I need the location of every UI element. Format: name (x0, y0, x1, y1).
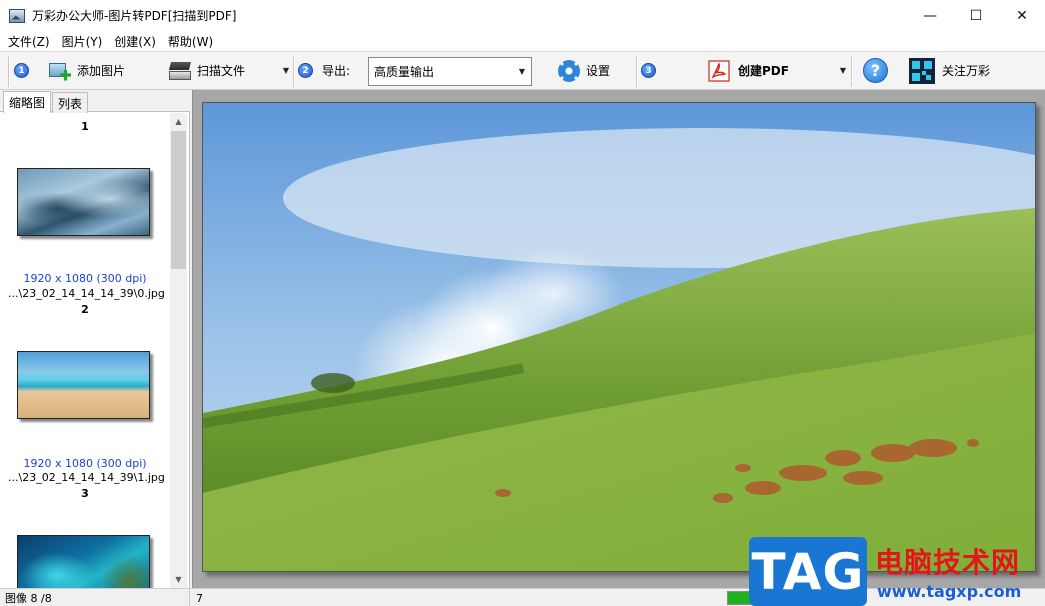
settings-button[interactable]: 设置 (558, 52, 610, 89)
export-quality-value: 高质量输出 (374, 65, 435, 79)
step-2-badge-wrap: 2 (298, 52, 313, 89)
toolbar: 1 添加图片 扫描文件 ▼ 2 导出: 高质量输出 ▼ 设置 3 创建PDF ▼… (0, 51, 1045, 90)
scan-dropdown-arrow-icon[interactable]: ▼ (283, 66, 289, 75)
title-bar: 万彩办公大师-图片转PDF[扫描到PDF] — ☐ ✕ (0, 0, 1045, 31)
add-image-icon (49, 61, 71, 81)
menu-create[interactable]: 创建(X) (108, 33, 162, 50)
follow-label: 关注万彩 (942, 64, 991, 78)
close-button[interactable]: ✕ (999, 0, 1045, 31)
thumbnail-number: 3 (81, 487, 89, 500)
image-viewer (192, 90, 1045, 588)
scan-file-label: 扫描文件 (197, 64, 246, 78)
gear-icon (558, 59, 580, 82)
window-controls: — ☐ ✕ (907, 0, 1045, 31)
create-dropdown-arrow-icon[interactable]: ▼ (840, 66, 846, 75)
toolbar-separator (636, 56, 637, 87)
maximize-button[interactable]: ☐ (953, 0, 999, 31)
scroll-up-icon[interactable]: ▲ (170, 113, 187, 130)
toolbar-separator (851, 56, 852, 87)
app-icon (9, 8, 25, 23)
create-pdf-button[interactable]: 创建PDF ▼ (708, 52, 846, 89)
thumbnail-number: 2 (81, 303, 89, 316)
preview-image[interactable] (202, 102, 1036, 572)
create-pdf-label: 创建PDF (738, 64, 789, 78)
add-images-button[interactable]: 添加图片 (49, 52, 125, 89)
thumbnail-image[interactable] (17, 351, 150, 419)
scanner-icon (168, 61, 192, 81)
menu-help[interactable]: 帮助(W) (162, 33, 219, 50)
watermark-logo: TAG (749, 537, 867, 606)
watermark-url: www.tagxp.com (877, 582, 1022, 601)
export-quality-select[interactable]: 高质量输出 ▼ (368, 57, 532, 86)
tab-thumbnails[interactable]: 缩略图 (3, 91, 52, 113)
scan-file-button[interactable]: 扫描文件 ▼ (168, 52, 289, 89)
watermark-title: 电脑技术网 (875, 546, 1021, 579)
menu-bar: 文件(Z) 图片(Y) 创建(X) 帮助(W) (0, 31, 1045, 51)
step-3-badge-wrap: 3 (641, 52, 656, 89)
thumbnail-filename: ...\23_02_14_14_14_39\1.jpg (8, 471, 165, 484)
status-current-image: 7 (196, 591, 203, 605)
window-title: 万彩办公大师-图片转PDF[扫描到PDF] (32, 9, 237, 23)
export-label: 导出: (322, 64, 351, 78)
menu-file[interactable]: 文件(Z) (2, 33, 56, 50)
follow-button[interactable]: 关注万彩 (909, 52, 990, 89)
thumbnail-dimensions: 1920 x 1080 (300 dpi) (23, 272, 147, 285)
progress-indicator (727, 591, 751, 605)
export-label-wrap: 导出: (322, 52, 350, 89)
menu-image[interactable]: 图片(Y) (56, 33, 109, 50)
thumbnail-list[interactable]: 1 1920 x 1080 (300 dpi) ...\23_02_14_14_… (0, 113, 170, 588)
step-3-badge: 3 (641, 63, 656, 78)
chevron-down-icon: ▼ (518, 67, 525, 76)
step-1-badge-wrap: 1 (14, 52, 29, 89)
help-button[interactable]: ? (863, 52, 888, 89)
watermark: TAG 电脑技术网 www.tagxp.com (749, 537, 1045, 606)
scrollbar-thumb[interactable] (171, 131, 186, 269)
qr-code-icon (909, 57, 935, 84)
thumbnail-panel: 缩略图 列表 1 1920 x 1080 (300 dpi) ...\23_02… (0, 90, 190, 588)
thumbnail-image[interactable] (17, 168, 150, 236)
thumbnail-dimensions: 1920 x 1080 (300 dpi) (23, 457, 147, 470)
help-icon: ? (863, 58, 888, 83)
thumbnail-number: 1 (81, 120, 89, 133)
minimize-button[interactable]: — (907, 0, 953, 31)
thumbnail-scrollbar[interactable]: ▲ ▼ (170, 113, 187, 588)
tab-list[interactable]: 列表 (52, 92, 89, 113)
step-1-badge: 1 (14, 63, 29, 78)
add-images-label: 添加图片 (77, 64, 126, 78)
settings-label: 设置 (586, 64, 611, 78)
step-2-badge: 2 (298, 63, 313, 78)
thumbnail-filename: ...\23_02_14_14_14_39\0.jpg (8, 287, 165, 300)
toolbar-separator (8, 56, 9, 87)
toolbar-separator (293, 56, 294, 87)
pdf-icon (708, 59, 730, 82)
status-image-count: 图像 8 /8 (0, 589, 190, 606)
scroll-down-icon[interactable]: ▼ (170, 571, 187, 588)
thumbnail-image[interactable] (17, 535, 150, 588)
panel-tabs: 缩略图 列表 (0, 90, 190, 113)
